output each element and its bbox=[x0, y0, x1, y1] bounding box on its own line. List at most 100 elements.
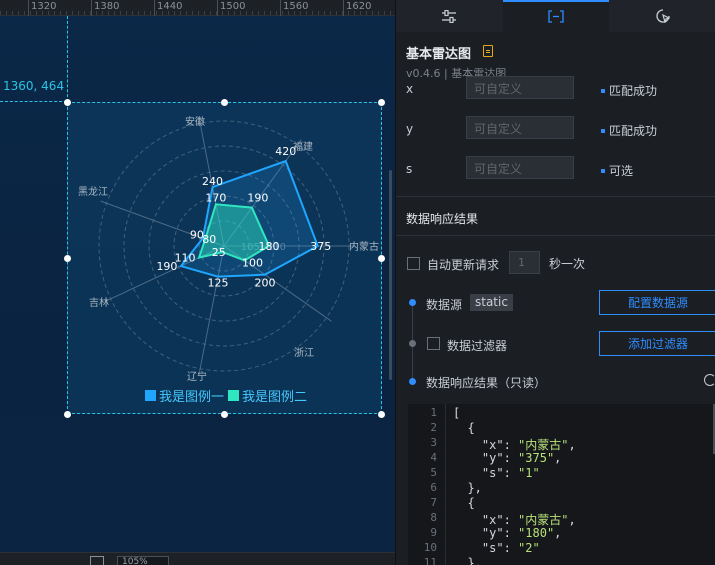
canvas-bottom-bar: 105% bbox=[0, 552, 395, 565]
ruler-minor-tick bbox=[6, 11, 7, 15]
interval-input[interactable]: 1 bbox=[509, 251, 540, 274]
ruler-minor-tick bbox=[258, 11, 259, 15]
ruler-minor-tick bbox=[48, 11, 49, 15]
field-input-x[interactable]: 可自定义 bbox=[466, 76, 574, 99]
editor-canvas[interactable]: 132013801440150015601620 1360, 464 10521… bbox=[0, 0, 395, 565]
radar-value-label: 100 bbox=[242, 256, 263, 269]
auto-update-checkbox[interactable] bbox=[407, 257, 420, 270]
field-status-text: 可选 bbox=[609, 164, 634, 178]
ruler-minor-tick bbox=[378, 11, 379, 15]
ruler-minor-tick bbox=[222, 11, 223, 15]
legend-swatch-1 bbox=[145, 389, 156, 401]
radar-value-label: 240 bbox=[202, 175, 223, 188]
ruler-minor-tick bbox=[120, 11, 121, 15]
ruler-minor-tick bbox=[186, 11, 187, 15]
step-dot-filter bbox=[409, 340, 416, 347]
datasource-label: 数据源 bbox=[426, 298, 463, 312]
interval-unit: 秒一次 bbox=[549, 257, 586, 271]
ruler-minor-tick bbox=[114, 11, 115, 15]
code-line: { bbox=[453, 496, 475, 510]
refresh-icon[interactable] bbox=[704, 374, 715, 386]
ruler-minor-tick bbox=[174, 11, 175, 15]
ruler-minor-tick bbox=[108, 11, 109, 15]
json-value: "375" bbox=[518, 451, 555, 465]
brackets-icon bbox=[548, 9, 564, 23]
ruler-tick bbox=[280, 0, 281, 16]
field-status-s: 可选 bbox=[601, 162, 633, 179]
guide-line-vertical bbox=[67, 16, 68, 102]
ruler-tick bbox=[217, 0, 218, 16]
code-line: "s": "1" bbox=[481, 466, 540, 480]
ruler-minor-tick bbox=[72, 11, 73, 15]
legend-item-1[interactable]: 我是图例一 bbox=[145, 387, 224, 405]
field-input-y[interactable]: 可自定义 bbox=[466, 116, 574, 139]
ruler-minor-tick bbox=[180, 11, 181, 15]
ruler-minor-tick bbox=[84, 11, 85, 15]
ruler-minor-tick bbox=[234, 11, 235, 15]
ruler-minor-tick bbox=[150, 11, 151, 15]
tab-settings[interactable] bbox=[396, 0, 503, 32]
zoom-input[interactable]: 105% bbox=[117, 556, 169, 565]
field-status-y: 匹配成功 bbox=[601, 122, 657, 139]
response-label: 数据响应结果（只读） bbox=[426, 376, 547, 390]
ruler-minor-tick bbox=[30, 11, 31, 15]
line-number: 6 bbox=[430, 481, 437, 494]
ruler-minor-tick bbox=[384, 11, 385, 15]
ruler-minor-tick bbox=[12, 11, 13, 15]
sliders-icon bbox=[442, 9, 457, 23]
line-number-gutter: 1 2 3 4 5 6 7 8 9 10 11 bbox=[408, 404, 446, 565]
ruler-tick-label: 1500 bbox=[220, 1, 246, 12]
radar-category-label: 福建 bbox=[293, 140, 313, 153]
line-number: 2 bbox=[430, 421, 437, 434]
json-value: "1" bbox=[518, 466, 540, 480]
ruler-tick-label: 1560 bbox=[283, 1, 309, 12]
auto-update-label: 自动更新请求 bbox=[427, 258, 500, 272]
radar-value-label: 80 bbox=[202, 233, 216, 246]
status-dot bbox=[601, 88, 605, 93]
ruler-minor-tick bbox=[360, 11, 361, 15]
ruler-tick bbox=[28, 0, 29, 16]
ruler-minor-tick bbox=[42, 11, 43, 15]
horizontal-ruler[interactable]: 1320 1380 1440 1500 1560 1620 bbox=[0, 0, 395, 16]
status-dot bbox=[601, 128, 605, 133]
ruler-minor-tick bbox=[228, 11, 229, 15]
ruler-tick bbox=[343, 0, 344, 16]
ruler-minor-tick bbox=[0, 11, 1, 15]
tab-interaction[interactable] bbox=[609, 0, 715, 32]
field-input-s[interactable]: 可自定义 bbox=[466, 156, 574, 179]
document-icon[interactable] bbox=[483, 45, 493, 57]
ruler-tick-label: 1380 bbox=[94, 1, 120, 12]
radar-category-label: 黑龙江 bbox=[78, 185, 108, 198]
ruler-minor-tick bbox=[282, 11, 283, 15]
ruler-minor-tick bbox=[60, 11, 61, 15]
line-number: 4 bbox=[430, 451, 437, 464]
cursor-icon bbox=[656, 9, 670, 23]
json-value: "内蒙古" bbox=[518, 513, 569, 527]
line-number: 5 bbox=[430, 466, 437, 479]
canvas-vertical-scrollbar[interactable] bbox=[389, 170, 392, 380]
filter-checkbox[interactable] bbox=[427, 337, 440, 350]
response-code-editor[interactable]: 1 2 3 4 5 6 7 8 9 10 11 [ { "x": "内蒙古", "y": "375"… bbox=[408, 404, 715, 565]
radar-category-label: 安徽 bbox=[185, 115, 205, 128]
ruler-minor-tick bbox=[240, 11, 241, 15]
legend-item-2[interactable]: 我是图例二 bbox=[228, 387, 307, 405]
fit-screen-icon[interactable] bbox=[90, 556, 104, 565]
configure-datasource-button[interactable]: 配置数据源 bbox=[599, 290, 715, 315]
tab-data[interactable] bbox=[502, 0, 610, 32]
ruler-minor-tick bbox=[348, 11, 349, 15]
field-key-s: s bbox=[406, 162, 413, 176]
line-number: 9 bbox=[430, 526, 437, 539]
code-line: }, bbox=[453, 481, 482, 495]
radar-chart: 1052103752001251909024042018010025110801… bbox=[78, 115, 379, 383]
json-key: "x" bbox=[481, 513, 504, 527]
step-dot-response bbox=[409, 378, 416, 385]
ruler-minor-tick bbox=[24, 11, 25, 15]
radar-value-label: 180 bbox=[259, 240, 280, 253]
radar-value-label: 375 bbox=[310, 240, 331, 253]
ruler-minor-tick bbox=[66, 11, 67, 15]
field-status-x: 匹配成功 bbox=[601, 82, 657, 99]
ruler-minor-tick bbox=[294, 11, 295, 15]
ruler-minor-tick bbox=[366, 11, 367, 15]
add-filter-button[interactable]: 添加过滤器 bbox=[599, 331, 715, 356]
json-key: "y" bbox=[481, 451, 504, 465]
